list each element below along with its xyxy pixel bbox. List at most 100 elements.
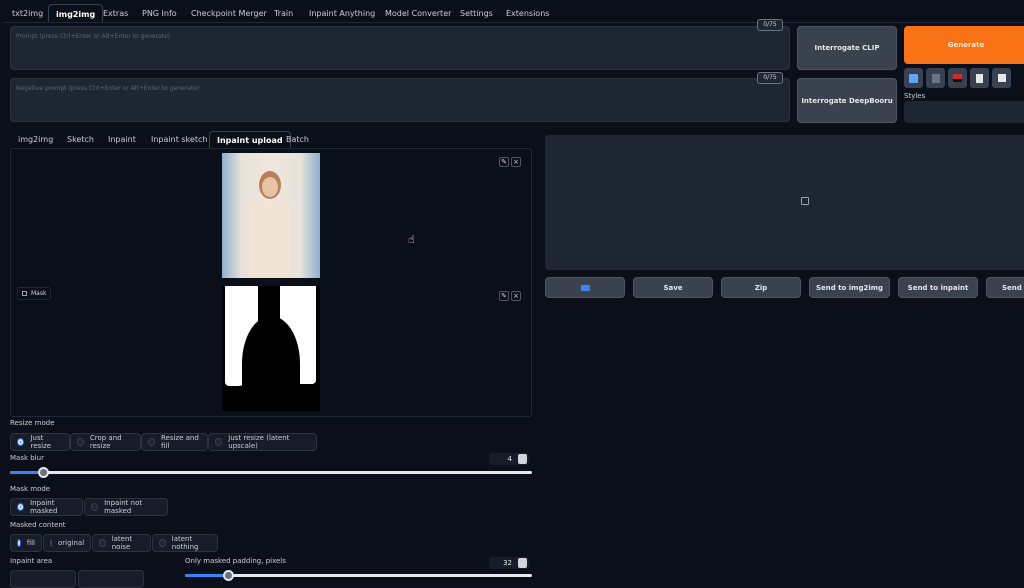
subtab-batch[interactable]: Batch (279, 131, 316, 149)
mask-head (258, 286, 280, 326)
interrogate-clip-button[interactable]: Interrogate CLIP (797, 26, 897, 70)
tab-txt2img[interactable]: txt2img (5, 4, 50, 23)
subtab-img2img[interactable]: img2img (11, 131, 60, 149)
mask-image[interactable] (222, 286, 320, 411)
inpaint-area-label: Inpaint area (10, 557, 53, 565)
subtab-inpaint-sketch[interactable]: Inpaint sketch (144, 131, 214, 149)
radio-crop-and-resize[interactable]: Crop and resize (70, 433, 141, 451)
mask-badge: Mask (17, 287, 52, 300)
radio-latent-noise[interactable]: latent noise (92, 534, 151, 552)
zip-button[interactable]: Zip (721, 277, 801, 298)
clear-image-icon[interactable]: × (511, 157, 521, 167)
subtab-sketch[interactable]: Sketch (60, 131, 101, 149)
padding-value: 32 (503, 559, 512, 567)
radio-inpaint-masked[interactable]: Inpaint masked (10, 498, 83, 516)
tab-extensions[interactable]: Extensions (499, 4, 556, 23)
generate-button[interactable]: Generate (904, 26, 1024, 64)
paste-params-button[interactable] (904, 68, 923, 88)
negative-token-counter: 0/75 (757, 72, 783, 84)
prompt-input[interactable]: Prompt (press Ctrl+Enter or Alt+Enter to… (10, 26, 790, 70)
figure-face (262, 177, 278, 197)
radio-latent-nothing[interactable]: latent nothing (152, 534, 218, 552)
spinner-icon[interactable] (518, 558, 527, 568)
radio-latent-upscale[interactable]: Just resize (latent upscale) (208, 433, 317, 451)
option-label: Crop and resize (89, 434, 122, 450)
figure-dress (250, 201, 290, 278)
radio-just-resize[interactable]: Just resize (10, 433, 70, 451)
option-label: Inpaint not masked (104, 499, 143, 515)
radio-dot-selected (17, 539, 21, 547)
image-placeholder-icon (801, 197, 809, 205)
image-icon (22, 291, 27, 296)
tab-checkpoint-merger[interactable]: Checkpoint Merger (184, 4, 274, 23)
radio-original[interactable]: original (43, 534, 91, 552)
radio-dot (77, 438, 84, 446)
tab-png-info[interactable]: PNG Info (135, 4, 184, 23)
radio-resize-and-fill[interactable]: Resize and fill (141, 433, 208, 451)
option-label: Resize and fill (160, 434, 199, 450)
tab-model-converter[interactable]: Model Converter (378, 4, 458, 23)
option-label: Just resize (latent upscale) (228, 434, 290, 450)
radio-only-masked[interactable] (78, 570, 144, 588)
apply-style-button[interactable] (970, 68, 989, 88)
resize-mode-label: Resize mode (10, 419, 55, 427)
tab-divider (3, 22, 1024, 23)
option-label: latent noise (111, 535, 133, 551)
source-image[interactable] (222, 153, 320, 278)
radio-dot (91, 503, 99, 511)
radio-dot (215, 438, 223, 446)
tab-inpaint-anything[interactable]: Inpaint Anything (302, 4, 382, 23)
tab-train[interactable]: Train (267, 4, 300, 23)
radio-dot (159, 539, 166, 547)
tab-settings[interactable]: Settings (453, 4, 500, 23)
prompt-token-counter: 0/75 (757, 19, 783, 31)
radio-dot-selected (17, 438, 25, 446)
option-label: Inpaint masked (30, 499, 58, 515)
mask-blur-slider[interactable] (10, 471, 532, 474)
mask-mode-label: Mask mode (10, 485, 51, 493)
option-label: fill (26, 539, 35, 547)
save-button[interactable]: Save (633, 277, 713, 298)
send-to-img2img-button[interactable]: Send to img2img (809, 277, 890, 298)
arrow-icon (909, 73, 918, 83)
styles-dropdown[interactable] (904, 101, 1024, 123)
mask-label: Mask (31, 290, 47, 297)
trash-icon (931, 73, 940, 83)
subtab-inpaint[interactable]: Inpaint (101, 131, 143, 149)
mask-silhouette (242, 316, 300, 411)
radio-dot-selected (17, 503, 25, 511)
clear-prompt-button[interactable] (926, 68, 945, 88)
folder-icon (580, 284, 590, 291)
radio-fill[interactable]: fill (10, 534, 42, 552)
option-label: latent nothing (171, 535, 199, 551)
option-label: Just resize (30, 434, 52, 450)
radio-dot (148, 438, 155, 446)
tab-img2img[interactable]: img2img (48, 4, 104, 23)
mask-blur-label: Mask blur (10, 454, 44, 462)
radio-inpaint-not-masked[interactable]: Inpaint not masked (84, 498, 168, 516)
save-style-button[interactable] (992, 68, 1011, 88)
edit-image-icon[interactable]: ✎ (499, 157, 509, 167)
edit-mask-icon[interactable]: ✎ (499, 291, 509, 301)
negative-prompt-input[interactable]: Negative prompt (press Ctrl+Enter or Alt… (10, 78, 790, 122)
masked-content-label: Masked content (10, 521, 66, 529)
padding-input[interactable]: 32 (489, 557, 529, 569)
radio-dot (50, 539, 52, 547)
radio-dot (99, 539, 106, 547)
red-card-icon (953, 74, 962, 82)
pointer-cursor-icon: ☝ (408, 233, 415, 246)
extra-networks-button[interactable] (948, 68, 967, 88)
radio-whole-picture[interactable] (10, 570, 76, 588)
clear-mask-icon[interactable]: × (511, 291, 521, 301)
output-gallery (545, 135, 1024, 270)
clipboard-icon (976, 73, 983, 83)
mask-blur-thumb[interactable] (38, 467, 49, 478)
spinner-icon[interactable] (518, 454, 527, 464)
mask-blur-input[interactable]: 4 (489, 453, 529, 465)
tab-extras[interactable]: Extras (96, 4, 135, 23)
send-to-inpaint-button[interactable]: Send to inpaint (898, 277, 978, 298)
option-label: original (58, 539, 85, 547)
open-folder-button[interactable] (545, 277, 625, 298)
interrogate-deepbooru-button[interactable]: Interrogate DeepBooru (797, 78, 897, 123)
send-to-extras-button[interactable]: Send to extras (986, 277, 1024, 298)
